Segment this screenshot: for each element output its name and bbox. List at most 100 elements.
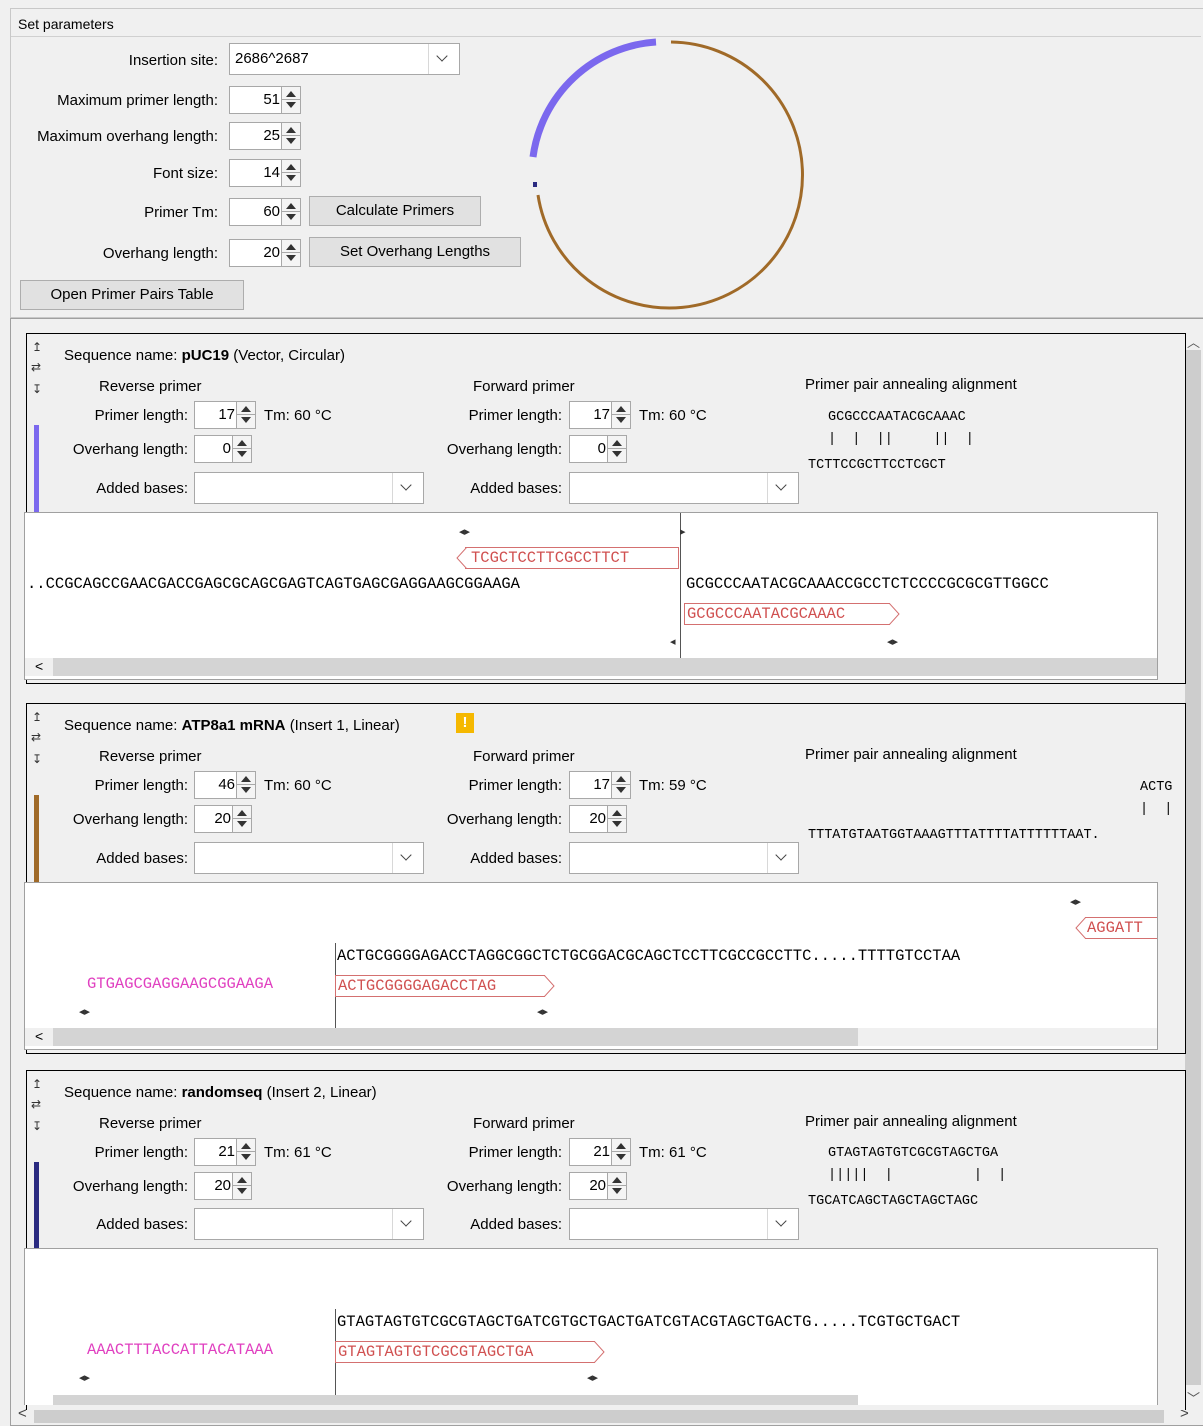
reverse-primer-length-spinner[interactable]: 17 xyxy=(194,401,256,429)
primer-tm-label: Primer Tm: xyxy=(144,204,218,221)
sequence-viewer[interactable]: GTAGTAGTGTCGCGTAGCTGATCGTGCTGACTGATCGTAC… xyxy=(24,1248,1158,1405)
open-primer-pairs-table-button[interactable]: Open Primer Pairs Table xyxy=(20,280,244,310)
reverse-overhang-spinner[interactable]: 20 xyxy=(194,805,252,833)
forward-primer-length-spinner[interactable]: 17 xyxy=(569,771,631,799)
forward-tm: Tm: 59 °C xyxy=(639,777,707,794)
forward-overhang-spinner[interactable]: 20 xyxy=(569,805,627,833)
reverse-primer-length-spinner[interactable]: 46 xyxy=(194,771,256,799)
reverse-added-bases-select[interactable] xyxy=(194,472,424,504)
forward-overhang-label: Overhang length: xyxy=(447,1178,562,1195)
viewer-scroll-thumb[interactable] xyxy=(53,1395,858,1405)
drag-handle-icon[interactable]: ◂ xyxy=(670,635,676,648)
sequence-viewer[interactable]: ◂▸ AGGATT ACTGCGGGGAGACCTAGGCGGCTCTGCGGA… xyxy=(24,882,1158,1050)
alignment-top: GTAGTAGTGTCGCGTAGCTGA xyxy=(828,1146,998,1161)
reverse-overhang-label: Overhang length: xyxy=(73,811,188,828)
spinner-arrows-icon[interactable] xyxy=(236,1139,255,1165)
drag-handle-icon[interactable]: ◂▸ xyxy=(79,1371,90,1384)
forward-primer-heading: Forward primer xyxy=(473,1115,575,1132)
warning-icon[interactable]: ! xyxy=(456,713,474,733)
vertical-scroll-thumb[interactable] xyxy=(1185,350,1201,1385)
drag-handle-icon[interactable]: ▸ xyxy=(680,525,686,538)
set-overhang-lengths-button[interactable]: Set Overhang Lengths xyxy=(309,237,521,267)
vector-sequence-left: ..CCGCAGCCGAACGACCGAGCGCAGCGAGTCAGTGAGCG… xyxy=(27,575,520,593)
drag-handle-icon[interactable]: ◂▸ xyxy=(459,525,470,538)
forward-primer-arrow[interactable]: GTAGTAGTGTCGCGTAGCTGA xyxy=(335,1341,595,1363)
swap-icon[interactable]: ⇄ xyxy=(31,727,41,747)
max-primer-length-value: 51 xyxy=(263,91,280,108)
spinner-arrows-icon[interactable] xyxy=(607,806,626,832)
plasmid-insert1-segment xyxy=(533,42,656,157)
font-size-value: 14 xyxy=(263,164,280,181)
drag-handle-icon[interactable]: ◂▸ xyxy=(79,1005,90,1018)
chevron-down-icon xyxy=(428,44,459,74)
move-up-icon[interactable]: ↥ xyxy=(32,337,42,357)
calculate-primers-button[interactable]: Calculate Primers xyxy=(309,196,481,226)
spinner-arrows-icon[interactable] xyxy=(281,199,300,225)
scroll-left-icon[interactable]: < xyxy=(35,1028,43,1044)
sequence-viewer[interactable]: ◂▸ ▸ TCGCTCCTTCGCCTTCT ..CCGCAGCCGAACGAC… xyxy=(24,512,1158,680)
forward-primer-arrow[interactable]: ACTGCGGGGAGACCTAG xyxy=(335,975,545,997)
spinner-arrows-icon[interactable] xyxy=(607,436,626,462)
move-down-icon[interactable]: ↧ xyxy=(32,749,42,769)
spinner-arrows-icon[interactable] xyxy=(232,436,251,462)
forward-overhang-spinner[interactable]: 0 xyxy=(569,435,627,463)
spinner-arrows-icon[interactable] xyxy=(611,1139,630,1165)
drag-handle-icon[interactable]: ◂▸ xyxy=(1070,895,1081,908)
max-primer-length-spinner[interactable]: 51 xyxy=(229,86,301,114)
reverse-added-bases-label: Added bases: xyxy=(96,850,188,867)
spinner-arrows-icon[interactable] xyxy=(611,772,630,798)
drag-handle-icon[interactable]: ◂▸ xyxy=(587,1371,598,1384)
viewer-scroll-thumb[interactable] xyxy=(53,658,1158,676)
forward-primer-length-spinner[interactable]: 21 xyxy=(569,1138,631,1166)
insert-sequence: GTAGTAGTGTCGCGTAGCTGATCGTGCTGACTGATCGTAC… xyxy=(337,1313,960,1331)
spinner-arrows-icon[interactable] xyxy=(232,1173,251,1199)
forward-added-bases-select[interactable] xyxy=(569,472,799,504)
spinner-arrows-icon[interactable] xyxy=(232,806,251,832)
vector-sequence-right: GCGCCCAATACGCAAACCGCCTCTCCCCGCGCGTTGGCC xyxy=(686,575,1049,593)
reverse-primer-length-label: Primer length: xyxy=(95,407,188,424)
spinner-arrows-icon[interactable] xyxy=(281,160,300,186)
spinner-arrows-icon[interactable] xyxy=(607,1173,626,1199)
insertion-site-select[interactable]: 2686^2687 xyxy=(229,43,460,75)
move-down-icon[interactable]: ↧ xyxy=(32,379,42,399)
swap-icon[interactable]: ⇄ xyxy=(31,357,41,377)
spinner-arrows-icon[interactable] xyxy=(236,402,255,428)
scroll-up-icon[interactable]: ︿ xyxy=(1187,332,1200,351)
max-overhang-length-spinner[interactable]: 25 xyxy=(229,122,301,150)
scroll-left-icon[interactable]: < xyxy=(35,658,43,674)
spinner-arrows-icon[interactable] xyxy=(281,87,300,113)
spinner-arrows-icon[interactable] xyxy=(611,402,630,428)
forward-primer-arrow[interactable]: GCGCCCAATACGCAAAC xyxy=(684,603,890,625)
forward-added-bases-select[interactable] xyxy=(569,842,799,874)
reverse-added-bases-select[interactable] xyxy=(194,1208,424,1240)
forward-added-bases-select[interactable] xyxy=(569,1208,799,1240)
reverse-tm: Tm: 60 °C xyxy=(264,407,332,424)
move-up-icon[interactable]: ↥ xyxy=(32,707,42,727)
forward-primer-heading: Forward primer xyxy=(473,748,575,765)
reverse-primer-arrow[interactable]: AGGATT xyxy=(1085,917,1158,939)
reverse-overhang-spinner[interactable]: 0 xyxy=(194,435,252,463)
drag-handle-icon[interactable]: ◂▸ xyxy=(537,1005,548,1018)
forward-primer-length-spinner[interactable]: 17 xyxy=(569,401,631,429)
overhang-length-label: Overhang length: xyxy=(103,245,218,262)
spinner-arrows-icon[interactable] xyxy=(281,240,300,266)
overhang-length-spinner[interactable]: 20 xyxy=(229,239,301,267)
chevron-down-icon xyxy=(392,1209,423,1239)
move-down-icon[interactable]: ↧ xyxy=(32,1116,42,1136)
reverse-primer-length-spinner[interactable]: 21 xyxy=(194,1138,256,1166)
forward-overhang-label: Overhang length: xyxy=(447,811,562,828)
max-primer-length-label: Maximum primer length: xyxy=(57,92,218,109)
viewer-scroll-thumb[interactable] xyxy=(53,1028,858,1046)
reverse-overhang-spinner[interactable]: 20 xyxy=(194,1172,252,1200)
primer-tm-spinner[interactable]: 60 xyxy=(229,198,301,226)
font-size-spinner[interactable]: 14 xyxy=(229,159,301,187)
move-up-icon[interactable]: ↥ xyxy=(32,1074,42,1094)
drag-handle-icon[interactable]: ◂▸ xyxy=(887,635,898,648)
reverse-added-bases-select[interactable] xyxy=(194,842,424,874)
forward-overhang-spinner[interactable]: 20 xyxy=(569,1172,627,1200)
insert-sequence: ACTGCGGGGAGACCTAGGCGGCTCTGCGGACGCAGCTCCT… xyxy=(337,947,960,965)
reverse-primer-arrow[interactable]: TCGCTCCTTCGCCTTCT xyxy=(465,547,679,569)
swap-icon[interactable]: ⇄ xyxy=(31,1094,41,1114)
spinner-arrows-icon[interactable] xyxy=(281,123,300,149)
spinner-arrows-icon[interactable] xyxy=(236,772,255,798)
